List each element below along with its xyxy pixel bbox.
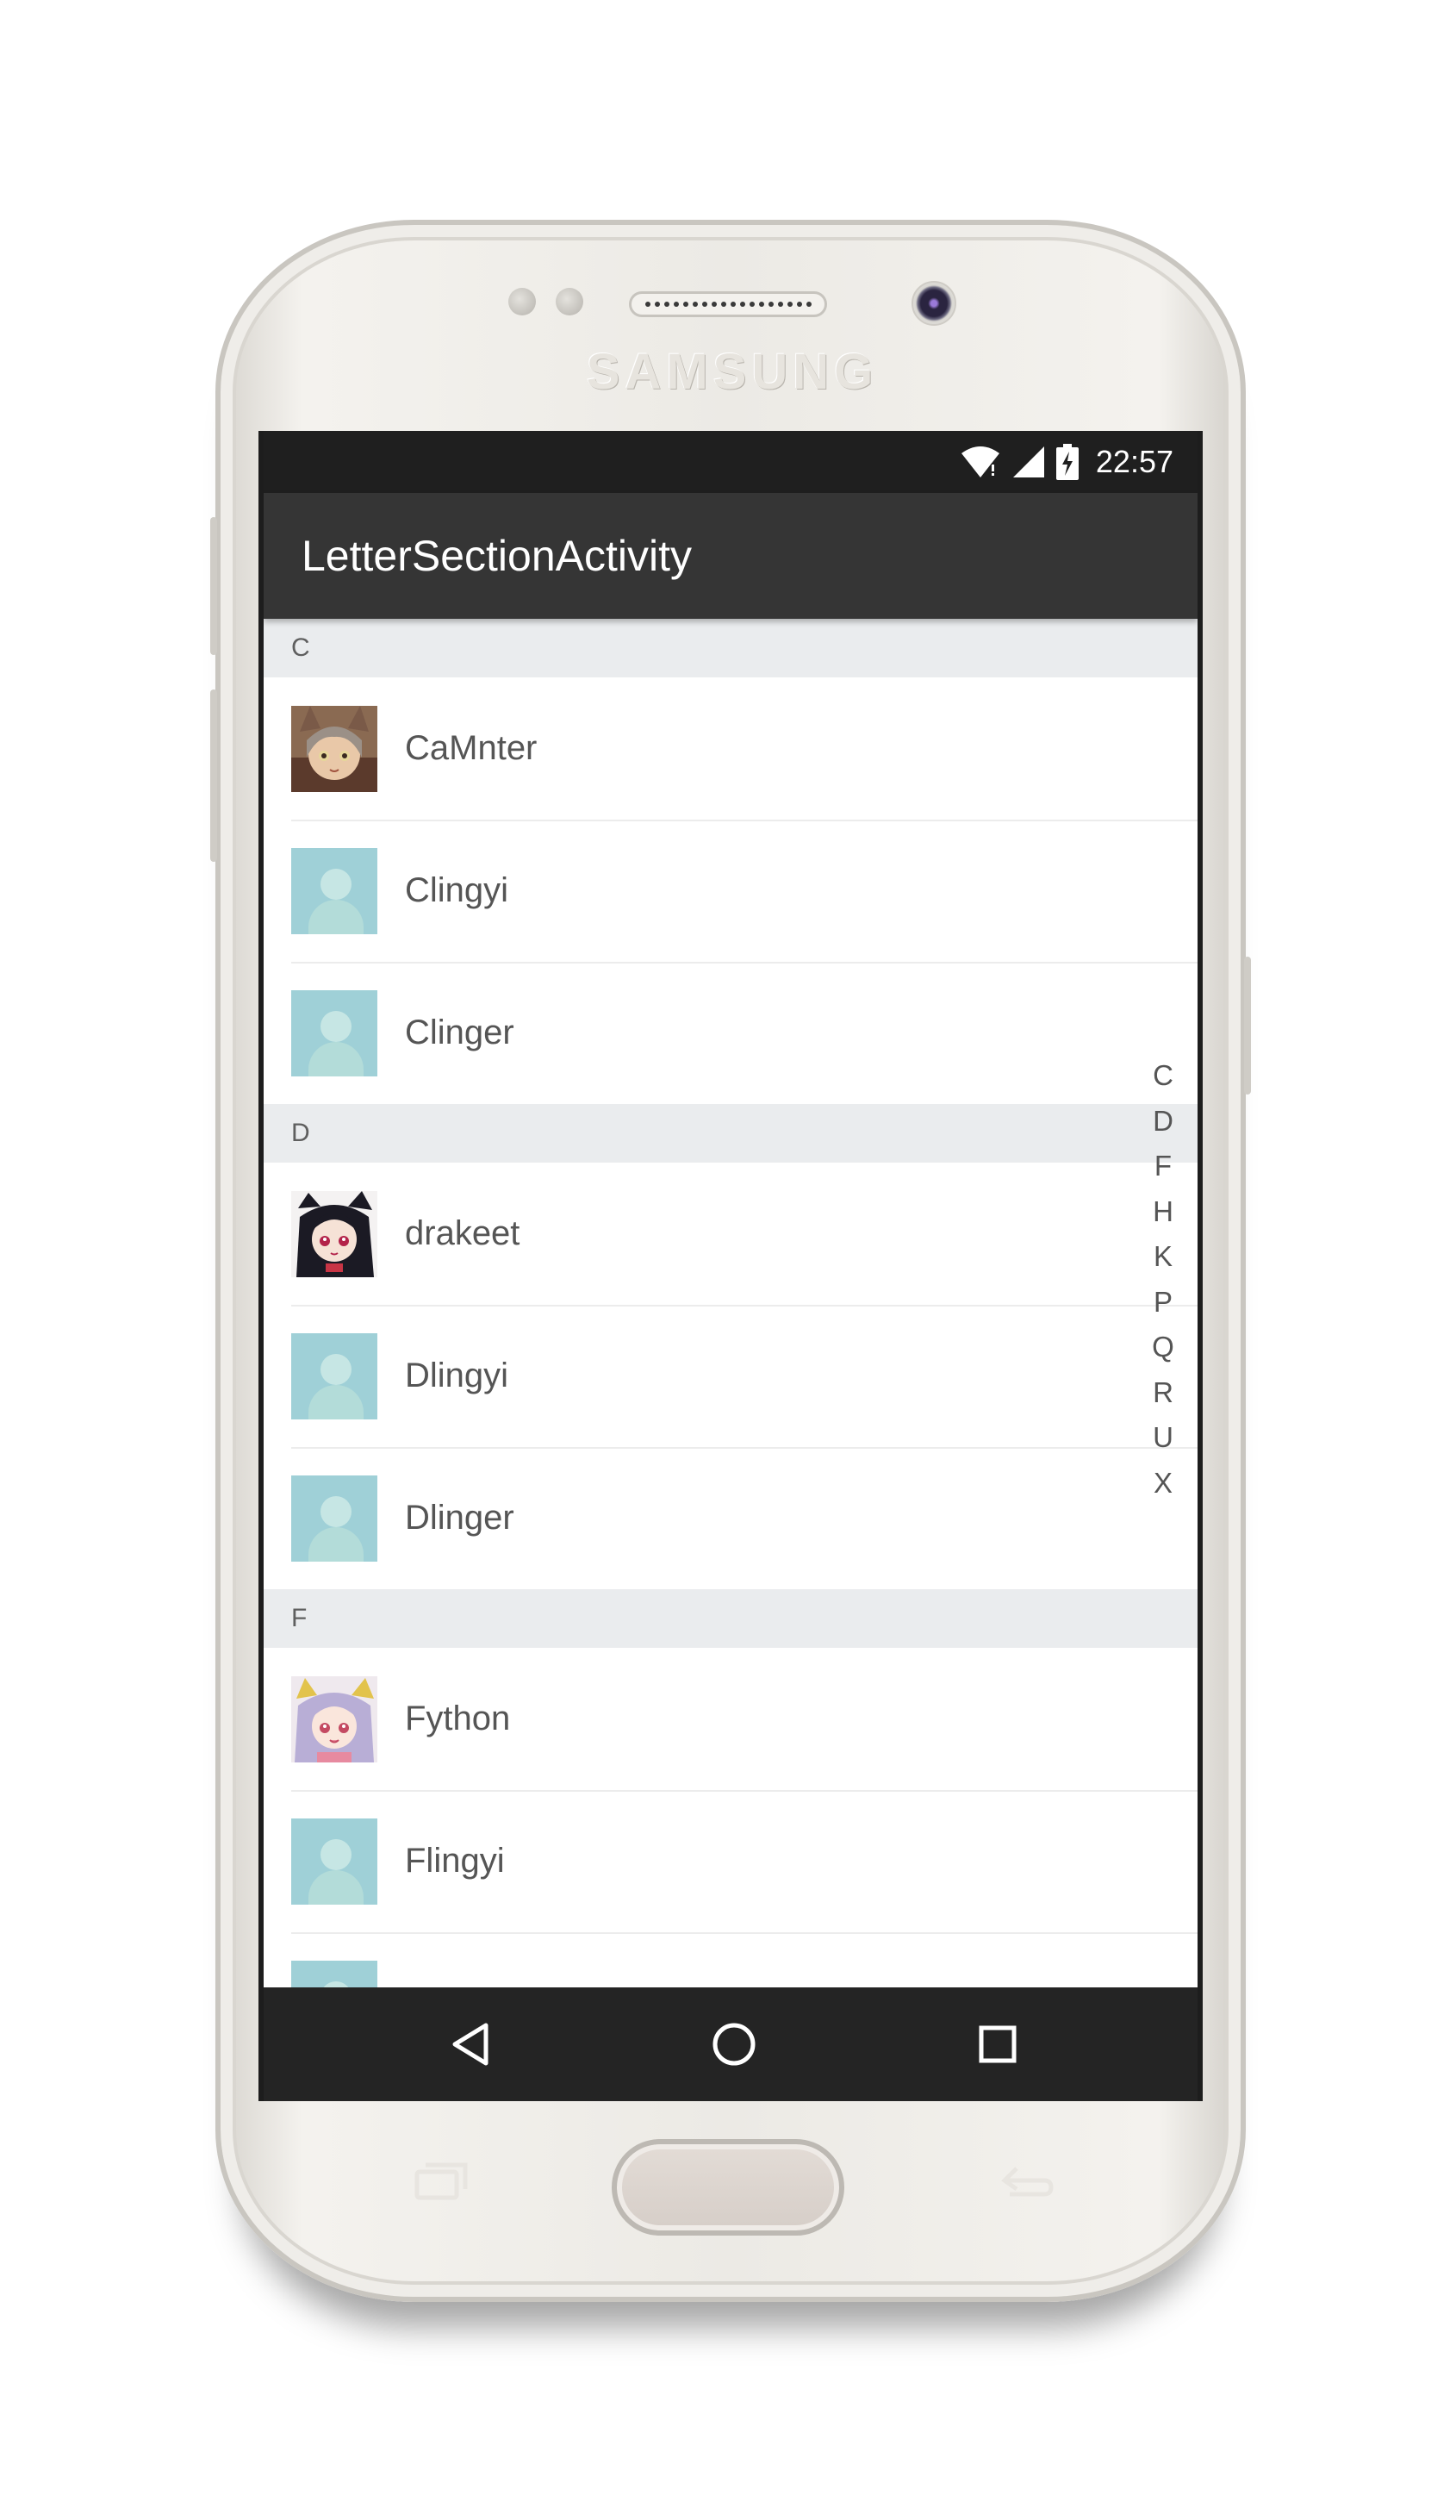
home-icon[interactable] bbox=[706, 2017, 762, 2072]
wifi-icon bbox=[961, 446, 999, 477]
index-letter-k[interactable]: K bbox=[1154, 1234, 1173, 1280]
section-header-c: C bbox=[264, 619, 1198, 677]
app-bar: LetterSectionActivity bbox=[264, 493, 1198, 619]
list-item[interactable]: Clinger bbox=[264, 962, 1198, 1104]
page-title: LetterSectionActivity bbox=[302, 532, 692, 580]
power-button bbox=[1244, 957, 1251, 1095]
placeholder-person-icon bbox=[291, 1475, 377, 1562]
phone-screen: 22:57 LetterSectionActivity C CaMnter Cl… bbox=[258, 431, 1203, 2101]
contact-name: Flingyi bbox=[405, 1842, 505, 1880]
list-item[interactable]: Fython bbox=[264, 1648, 1198, 1790]
placeholder-person-icon bbox=[291, 1332, 377, 1419]
hardware-back-icon[interactable] bbox=[998, 2158, 1055, 2201]
placeholder-person-icon bbox=[291, 1960, 377, 1987]
list-item[interactable]: drakeet bbox=[264, 1163, 1198, 1305]
avatar bbox=[291, 1190, 377, 1277]
volume-up-button bbox=[210, 517, 217, 655]
photo-dark-hair-girl bbox=[291, 1190, 377, 1277]
battery-charging-icon bbox=[1055, 444, 1079, 480]
contact-name: drakeet bbox=[405, 1214, 520, 1252]
proximity-sensor bbox=[508, 288, 536, 315]
placeholder-person-icon bbox=[291, 989, 377, 1076]
navigation-bar bbox=[264, 1987, 1198, 2101]
back-icon[interactable] bbox=[443, 2017, 498, 2072]
volume-down-button bbox=[210, 689, 217, 862]
contact-name: CaMnter bbox=[405, 729, 538, 767]
index-letter-x[interactable]: X bbox=[1154, 1461, 1173, 1506]
index-letter-r[interactable]: R bbox=[1153, 1370, 1173, 1416]
index-letter-h[interactable]: H bbox=[1153, 1189, 1173, 1235]
contact-name: Dlingyi bbox=[405, 1357, 509, 1394]
letter-index-bar[interactable]: C D F H K P Q R U X bbox=[1146, 1053, 1180, 1506]
list-item[interactable]: Clingyi bbox=[264, 820, 1198, 962]
avatar bbox=[291, 1675, 377, 1762]
index-letter-q[interactable]: Q bbox=[1152, 1325, 1174, 1370]
contact-name: Dlinger bbox=[405, 1499, 514, 1537]
index-letter-p[interactable]: P bbox=[1154, 1280, 1173, 1325]
hardware-home-button[interactable] bbox=[612, 2139, 844, 2236]
placeholder-person-icon bbox=[291, 1818, 377, 1905]
status-bar: 22:57 bbox=[264, 431, 1198, 493]
list-item[interactable]: CaMnter bbox=[264, 677, 1198, 820]
contact-name: Clingyi bbox=[405, 871, 509, 909]
light-sensor bbox=[556, 288, 583, 315]
signal-icon bbox=[1012, 446, 1044, 477]
contact-name: Fython bbox=[405, 1700, 511, 1737]
hardware-recents-icon[interactable] bbox=[414, 2160, 469, 2201]
photo-purple-hair-girl bbox=[291, 1675, 377, 1762]
contact-list[interactable]: C CaMnter Clingyi Clinger D drakeet Dlin… bbox=[264, 619, 1198, 1987]
index-letter-d[interactable]: D bbox=[1153, 1099, 1173, 1145]
placeholder-person-icon bbox=[291, 847, 377, 934]
brand-logo: SAMSUNG bbox=[586, 344, 879, 400]
recents-icon[interactable] bbox=[970, 2017, 1025, 2072]
list-item[interactable]: Flingyi bbox=[264, 1790, 1198, 1932]
avatar bbox=[291, 705, 377, 792]
photo-cat-girl bbox=[291, 705, 377, 792]
section-header-d: D bbox=[264, 1104, 1198, 1163]
contact-name: Clinger bbox=[405, 1014, 514, 1051]
list-item[interactable]: Dlingyi bbox=[264, 1305, 1198, 1447]
index-letter-f[interactable]: F bbox=[1154, 1144, 1172, 1189]
index-letter-u[interactable]: U bbox=[1153, 1415, 1173, 1461]
earpiece-speaker bbox=[629, 291, 827, 317]
section-header-f: F bbox=[264, 1589, 1198, 1648]
index-letter-c[interactable]: C bbox=[1153, 1053, 1173, 1099]
list-item[interactable] bbox=[264, 1932, 1198, 1987]
front-camera bbox=[912, 281, 956, 326]
status-time: 22:57 bbox=[1095, 444, 1173, 479]
list-item[interactable]: Dlinger bbox=[264, 1447, 1198, 1589]
